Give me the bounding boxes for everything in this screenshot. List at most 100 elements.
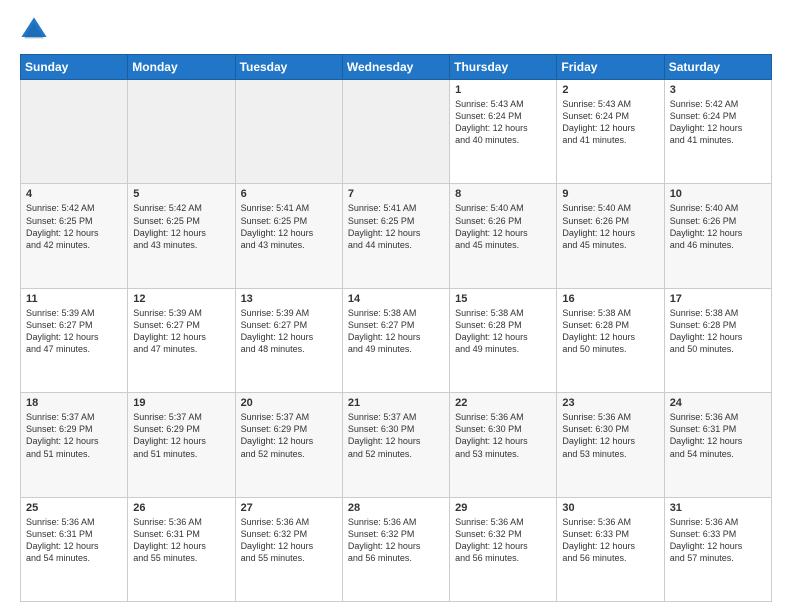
calendar-cell: 8Sunrise: 5:40 AM Sunset: 6:26 PM Daylig… (450, 184, 557, 288)
day-header-sunday: Sunday (21, 55, 128, 80)
day-info: Sunrise: 5:42 AM Sunset: 6:25 PM Dayligh… (26, 202, 122, 251)
day-header-saturday: Saturday (664, 55, 771, 80)
calendar-table: SundayMondayTuesdayWednesdayThursdayFrid… (20, 54, 772, 602)
calendar-cell: 4 Sunrise: 5:42 AM Sunset: 6:25 PM Daylig… (21, 184, 128, 288)
day-number: 1 (455, 84, 551, 96)
day-info: Sunrise: 5:40 AM Sunset: 6:26 PM Dayligh… (670, 202, 766, 251)
day-info: Sunrise: 5:38 AM Sunset: 6:28 PM Dayligh… (562, 307, 658, 356)
week-row-3: 11Sunrise: 5:39 AM Sunset: 6:27 PM Dayli… (21, 288, 772, 392)
day-info: Sunrise: 5:37 AM Sunset: 6:29 PM Dayligh… (26, 411, 122, 460)
day-info: Sunrise: 5:38 AM Sunset: 6:28 PM Dayligh… (670, 307, 766, 356)
calendar-cell: 2Sunrise: 5:43 AM Sunset: 6:24 PM Daylig… (557, 80, 664, 184)
day-info: Sunrise: 5:39 AM Sunset: 6:27 PM Dayligh… (241, 307, 337, 356)
calendar-cell (235, 80, 342, 184)
day-info: Sunrise: 5:36 AM Sunset: 6:32 PM Dayligh… (348, 516, 444, 565)
calendar-cell: 7 Sunrise: 5:41 AM Sunset: 6:25 PM Daylig… (342, 184, 449, 288)
logo (20, 16, 52, 44)
day-info: Sunrise: 5:36 AM Sunset: 6:32 PM Dayligh… (455, 516, 551, 565)
day-number: 17 (670, 293, 766, 305)
calendar-cell: 11Sunrise: 5:39 AM Sunset: 6:27 PM Dayli… (21, 288, 128, 392)
day-number: 5 (133, 188, 229, 200)
calendar-cell (21, 80, 128, 184)
calendar-cell: 18 Sunrise: 5:37 AM Sunset: 6:29 PM Dayli… (21, 393, 128, 497)
day-number: 21 (348, 397, 444, 409)
calendar-cell: 30 Sunrise: 5:36 AM Sunset: 6:33 PM Dayli… (557, 497, 664, 601)
day-info: Sunrise: 5:36 AM Sunset: 6:31 PM Dayligh… (670, 411, 766, 460)
day-info: Sunrise: 5:39 AM Sunset: 6:27 PM Dayligh… (133, 307, 229, 356)
day-number: 20 (241, 397, 337, 409)
day-info: Sunrise: 5:40 AM Sunset: 6:26 PM Dayligh… (455, 202, 551, 251)
day-number: 10 (670, 188, 766, 200)
calendar-cell: 9 Sunrise: 5:40 AM Sunset: 6:26 PM Daylig… (557, 184, 664, 288)
calendar-cell: 6Sunrise: 5:41 AM Sunset: 6:25 PM Daylig… (235, 184, 342, 288)
day-number: 12 (133, 293, 229, 305)
header (20, 16, 772, 44)
day-info: Sunrise: 5:42 AM Sunset: 6:24 PM Dayligh… (670, 98, 766, 147)
day-number: 4 (26, 188, 122, 200)
day-info: Sunrise: 5:43 AM Sunset: 6:24 PM Dayligh… (455, 98, 551, 147)
calendar-cell: 23Sunrise: 5:36 AM Sunset: 6:30 PM Dayli… (557, 393, 664, 497)
calendar-cell (342, 80, 449, 184)
day-info: Sunrise: 5:39 AM Sunset: 6:27 PM Dayligh… (26, 307, 122, 356)
calendar-cell: 5 Sunrise: 5:42 AM Sunset: 6:25 PM Daylig… (128, 184, 235, 288)
week-row-4: 18 Sunrise: 5:37 AM Sunset: 6:29 PM Dayli… (21, 393, 772, 497)
calendar-cell: 27 Sunrise: 5:36 AM Sunset: 6:32 PM Dayli… (235, 497, 342, 601)
calendar-cell: 22Sunrise: 5:36 AM Sunset: 6:30 PM Dayli… (450, 393, 557, 497)
day-info: Sunrise: 5:40 AM Sunset: 6:26 PM Dayligh… (562, 202, 658, 251)
calendar-cell: 12 Sunrise: 5:39 AM Sunset: 6:27 PM Dayli… (128, 288, 235, 392)
day-info: Sunrise: 5:36 AM Sunset: 6:33 PM Dayligh… (670, 516, 766, 565)
day-number: 28 (348, 502, 444, 514)
day-info: Sunrise: 5:41 AM Sunset: 6:25 PM Dayligh… (348, 202, 444, 251)
day-number: 2 (562, 84, 658, 96)
day-info: Sunrise: 5:37 AM Sunset: 6:29 PM Dayligh… (133, 411, 229, 460)
day-number: 16 (562, 293, 658, 305)
calendar-cell: 31 Sunrise: 5:36 AM Sunset: 6:33 PM Dayli… (664, 497, 771, 601)
week-row-1: 1 Sunrise: 5:43 AM Sunset: 6:24 PM Daylig… (21, 80, 772, 184)
day-info: Sunrise: 5:41 AM Sunset: 6:25 PM Dayligh… (241, 202, 337, 251)
day-number: 31 (670, 502, 766, 514)
page: SundayMondayTuesdayWednesdayThursdayFrid… (0, 0, 792, 612)
calendar-cell: 13 Sunrise: 5:39 AM Sunset: 6:27 PM Dayli… (235, 288, 342, 392)
day-header-monday: Monday (128, 55, 235, 80)
calendar-cell (128, 80, 235, 184)
logo-icon (20, 16, 48, 44)
day-number: 14 (348, 293, 444, 305)
calendar-cell: 1 Sunrise: 5:43 AM Sunset: 6:24 PM Daylig… (450, 80, 557, 184)
day-info: Sunrise: 5:38 AM Sunset: 6:27 PM Dayligh… (348, 307, 444, 356)
calendar-cell: 25 Sunrise: 5:36 AM Sunset: 6:31 PM Dayli… (21, 497, 128, 601)
calendar-cell: 3 Sunrise: 5:42 AM Sunset: 6:24 PM Daylig… (664, 80, 771, 184)
day-info: Sunrise: 5:36 AM Sunset: 6:31 PM Dayligh… (133, 516, 229, 565)
week-row-2: 4 Sunrise: 5:42 AM Sunset: 6:25 PM Daylig… (21, 184, 772, 288)
calendar-cell: 17 Sunrise: 5:38 AM Sunset: 6:28 PM Dayli… (664, 288, 771, 392)
day-info: Sunrise: 5:42 AM Sunset: 6:25 PM Dayligh… (133, 202, 229, 251)
calendar-cell: 15Sunrise: 5:38 AM Sunset: 6:28 PM Dayli… (450, 288, 557, 392)
calendar-cell: 19 Sunrise: 5:37 AM Sunset: 6:29 PM Dayli… (128, 393, 235, 497)
day-info: Sunrise: 5:36 AM Sunset: 6:31 PM Dayligh… (26, 516, 122, 565)
calendar-header: SundayMondayTuesdayWednesdayThursdayFrid… (21, 55, 772, 80)
day-number: 13 (241, 293, 337, 305)
day-info: Sunrise: 5:36 AM Sunset: 6:33 PM Dayligh… (562, 516, 658, 565)
day-number: 24 (670, 397, 766, 409)
calendar-cell: 24 Sunrise: 5:36 AM Sunset: 6:31 PM Dayli… (664, 393, 771, 497)
day-info: Sunrise: 5:36 AM Sunset: 6:32 PM Dayligh… (241, 516, 337, 565)
day-header-wednesday: Wednesday (342, 55, 449, 80)
calendar-cell: 20Sunrise: 5:37 AM Sunset: 6:29 PM Dayli… (235, 393, 342, 497)
calendar-cell: 29Sunrise: 5:36 AM Sunset: 6:32 PM Dayli… (450, 497, 557, 601)
day-header-tuesday: Tuesday (235, 55, 342, 80)
calendar-cell: 10 Sunrise: 5:40 AM Sunset: 6:26 PM Dayli… (664, 184, 771, 288)
day-number: 9 (562, 188, 658, 200)
day-number: 25 (26, 502, 122, 514)
day-number: 7 (348, 188, 444, 200)
day-number: 23 (562, 397, 658, 409)
week-row-5: 25 Sunrise: 5:36 AM Sunset: 6:31 PM Dayli… (21, 497, 772, 601)
day-number: 27 (241, 502, 337, 514)
day-number: 30 (562, 502, 658, 514)
header-row: SundayMondayTuesdayWednesdayThursdayFrid… (21, 55, 772, 80)
calendar-cell: 21Sunrise: 5:37 AM Sunset: 6:30 PM Dayli… (342, 393, 449, 497)
day-number: 18 (26, 397, 122, 409)
calendar-cell: 14 Sunrise: 5:38 AM Sunset: 6:27 PM Dayli… (342, 288, 449, 392)
day-number: 19 (133, 397, 229, 409)
day-number: 26 (133, 502, 229, 514)
day-number: 3 (670, 84, 766, 96)
day-info: Sunrise: 5:38 AM Sunset: 6:28 PM Dayligh… (455, 307, 551, 356)
